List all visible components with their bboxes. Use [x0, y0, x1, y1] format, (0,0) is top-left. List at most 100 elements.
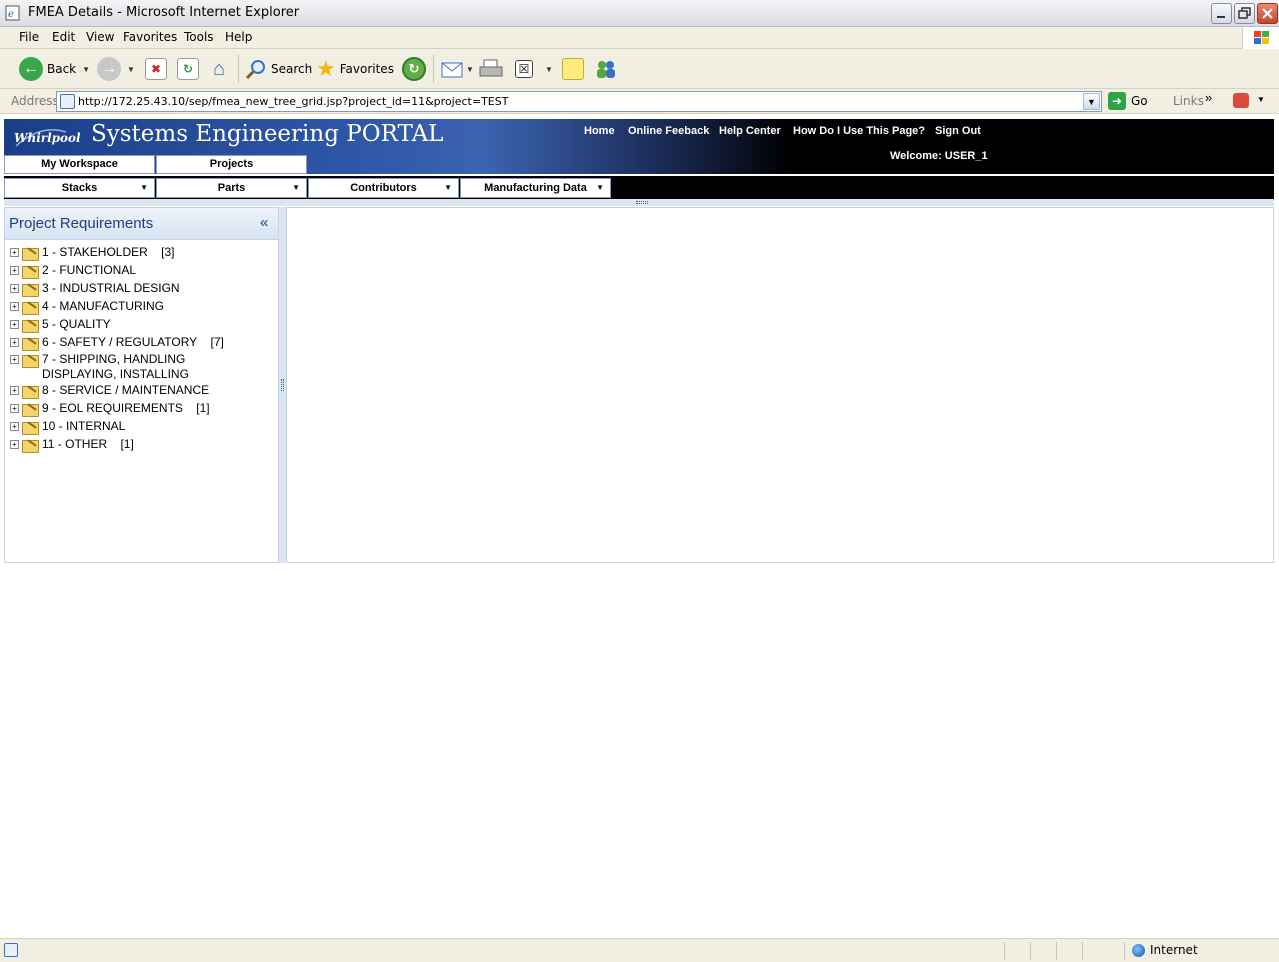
address-dropdown-icon[interactable]: ▼ [1083, 93, 1100, 110]
content-panel [286, 207, 1274, 563]
folder-icon [22, 282, 39, 297]
subtab-stacks[interactable]: Stacks ▼ [4, 178, 155, 198]
expand-icon[interactable]: + [10, 338, 19, 347]
expand-icon[interactable]: + [10, 248, 19, 257]
tree-item[interactable]: + 4 - MANUFACTURING [10, 299, 164, 315]
splitter-grip-icon[interactable] [281, 379, 284, 391]
tree-item[interactable]: + 6 - SAFETY / REGULATORY [7] [10, 335, 224, 351]
stop-button[interactable]: ✖ [145, 56, 167, 82]
windows-logo [1242, 27, 1279, 49]
tree-item[interactable]: + 2 - FUNCTIONAL [10, 263, 137, 279]
tree-item[interactable]: + 11 - OTHER [1] [10, 437, 134, 453]
sub-navigation: Stacks ▼ Parts ▼ Contributors ▼ Manufacturi… [4, 176, 1274, 199]
search-button[interactable]: Search [245, 56, 312, 82]
subtab-manufacturing-data[interactable]: Manufacturing Data ▼ [460, 178, 611, 198]
history-icon: ↻ [402, 57, 426, 81]
folder-icon [22, 420, 39, 435]
expand-icon[interactable]: + [10, 440, 19, 449]
expand-icon[interactable]: + [10, 422, 19, 431]
chevron-down-icon: ▼ [292, 183, 300, 192]
forward-button[interactable]: → ▼ [97, 56, 135, 82]
links-button[interactable]: Links [1173, 94, 1204, 108]
vertical-splitter[interactable] [279, 207, 286, 563]
menu-favorites[interactable]: Favorites [123, 30, 177, 44]
tab-projects[interactable]: Projects [156, 155, 307, 174]
favorites-button[interactable]: ★ Favorites [316, 56, 394, 82]
subtab-contributors[interactable]: Contributors ▼ [308, 178, 459, 198]
note-button[interactable] [562, 56, 584, 82]
tree-item[interactable]: + 7 - SHIPPING, HANDLING DISPLAYING, INS… [10, 352, 262, 382]
address-bar: Address http://172.25.43.10/sep/fmea_new… [0, 89, 1279, 114]
page-status-icon [4, 943, 18, 957]
sign-out-link[interactable]: Sign Out [935, 125, 981, 137]
subtab-parts[interactable]: Parts ▼ [156, 178, 307, 198]
refresh-button[interactable]: ↻ [177, 56, 199, 82]
splitter-grip-icon[interactable] [636, 201, 648, 204]
tree-item[interactable]: + 10 - INTERNAL [10, 419, 125, 435]
menu-bar: File Edit View Favorites Tools Help [0, 27, 1279, 49]
edit-button[interactable]: ☒ ▼ [515, 56, 553, 82]
minimize-button[interactable] [1211, 3, 1232, 24]
folder-icon [22, 402, 39, 417]
toolbar-addon-icon[interactable] [1233, 93, 1249, 108]
close-button[interactable] [1257, 3, 1278, 24]
tree-item[interactable]: + 3 - INDUSTRIAL DESIGN [10, 281, 180, 297]
menu-edit[interactable]: Edit [52, 30, 75, 44]
chevron-down-icon: ▼ [444, 183, 452, 192]
mail-dropdown-icon[interactable]: ▼ [466, 65, 474, 74]
expand-icon[interactable]: + [10, 284, 19, 293]
how-do-i-use-link[interactable]: How Do I Use This Page? [793, 125, 925, 137]
back-dropdown-icon[interactable]: ▼ [82, 65, 90, 74]
addon-dropdown-icon[interactable]: ▼ [1257, 95, 1265, 104]
messenger-button[interactable] [594, 56, 618, 82]
stop-icon: ✖ [145, 58, 167, 80]
menu-help[interactable]: Help [225, 30, 252, 44]
whirlpool-logo[interactable]: Whirlpool [12, 126, 81, 150]
tree-item[interactable]: + 9 - EOL REQUIREMENTS [1] [10, 401, 210, 417]
collapse-panel-button[interactable]: « [260, 214, 268, 231]
home-link[interactable]: Home [584, 125, 615, 137]
expand-icon[interactable]: + [10, 386, 19, 395]
horizontal-splitter[interactable] [4, 199, 1274, 206]
status-separator [1082, 942, 1083, 960]
online-feedback-link[interactable]: Online Feeback [628, 125, 709, 137]
tree-item[interactable]: + 1 - STAKEHOLDER [3] [10, 245, 175, 261]
edit-dropdown-icon[interactable]: ▼ [545, 65, 553, 74]
tree-item[interactable]: + 8 - SERVICE / MAINTENANCE [10, 383, 209, 399]
forward-dropdown-icon[interactable]: ▼ [127, 65, 135, 74]
restore-button[interactable] [1234, 3, 1255, 24]
chevron-down-icon: ▼ [596, 183, 604, 192]
subtab-contributors-label: Contributors [350, 182, 417, 194]
tree-item[interactable]: + 5 - QUALITY [10, 317, 111, 333]
logo-text: Whirlpool [14, 131, 81, 145]
mail-button[interactable]: ▼ [440, 56, 474, 82]
history-button[interactable]: ↻ [402, 56, 426, 82]
address-input[interactable]: http://172.25.43.10/sep/fmea_new_tree_gr… [56, 91, 1102, 112]
help-center-link[interactable]: Help Center [719, 125, 781, 137]
menu-view[interactable]: View [86, 30, 114, 44]
go-button[interactable]: ➜ Go [1108, 92, 1148, 110]
tree-item-label: 2 - FUNCTIONAL [42, 263, 137, 277]
window-title: FMEA Details - Microsoft Internet Explor… [28, 5, 300, 20]
status-separator [1030, 942, 1031, 960]
mail-icon [441, 62, 463, 78]
expand-icon[interactable]: + [10, 404, 19, 413]
links-chevron-icon[interactable]: » [1205, 90, 1212, 105]
tree-item-label: 3 - INDUSTRIAL DESIGN [42, 281, 180, 295]
status-separator [1056, 942, 1057, 960]
expand-icon[interactable]: + [10, 320, 19, 329]
address-url[interactable]: http://172.25.43.10/sep/fmea_new_tree_gr… [78, 95, 508, 108]
menu-tools[interactable]: Tools [184, 30, 214, 44]
expand-icon[interactable]: + [10, 266, 19, 275]
menu-file[interactable]: File [19, 30, 39, 44]
refresh-icon: ↻ [177, 58, 199, 80]
status-separator [1124, 942, 1125, 960]
back-button[interactable]: ← Back ▼ [19, 56, 90, 82]
expand-icon[interactable]: + [10, 302, 19, 311]
print-button[interactable] [478, 56, 504, 82]
security-zone[interactable]: Internet [1132, 943, 1198, 957]
expand-icon[interactable]: + [10, 355, 19, 364]
home-button[interactable]: ⌂ [208, 56, 230, 82]
folder-icon [22, 318, 39, 333]
tab-my-workspace[interactable]: My Workspace [4, 155, 155, 174]
